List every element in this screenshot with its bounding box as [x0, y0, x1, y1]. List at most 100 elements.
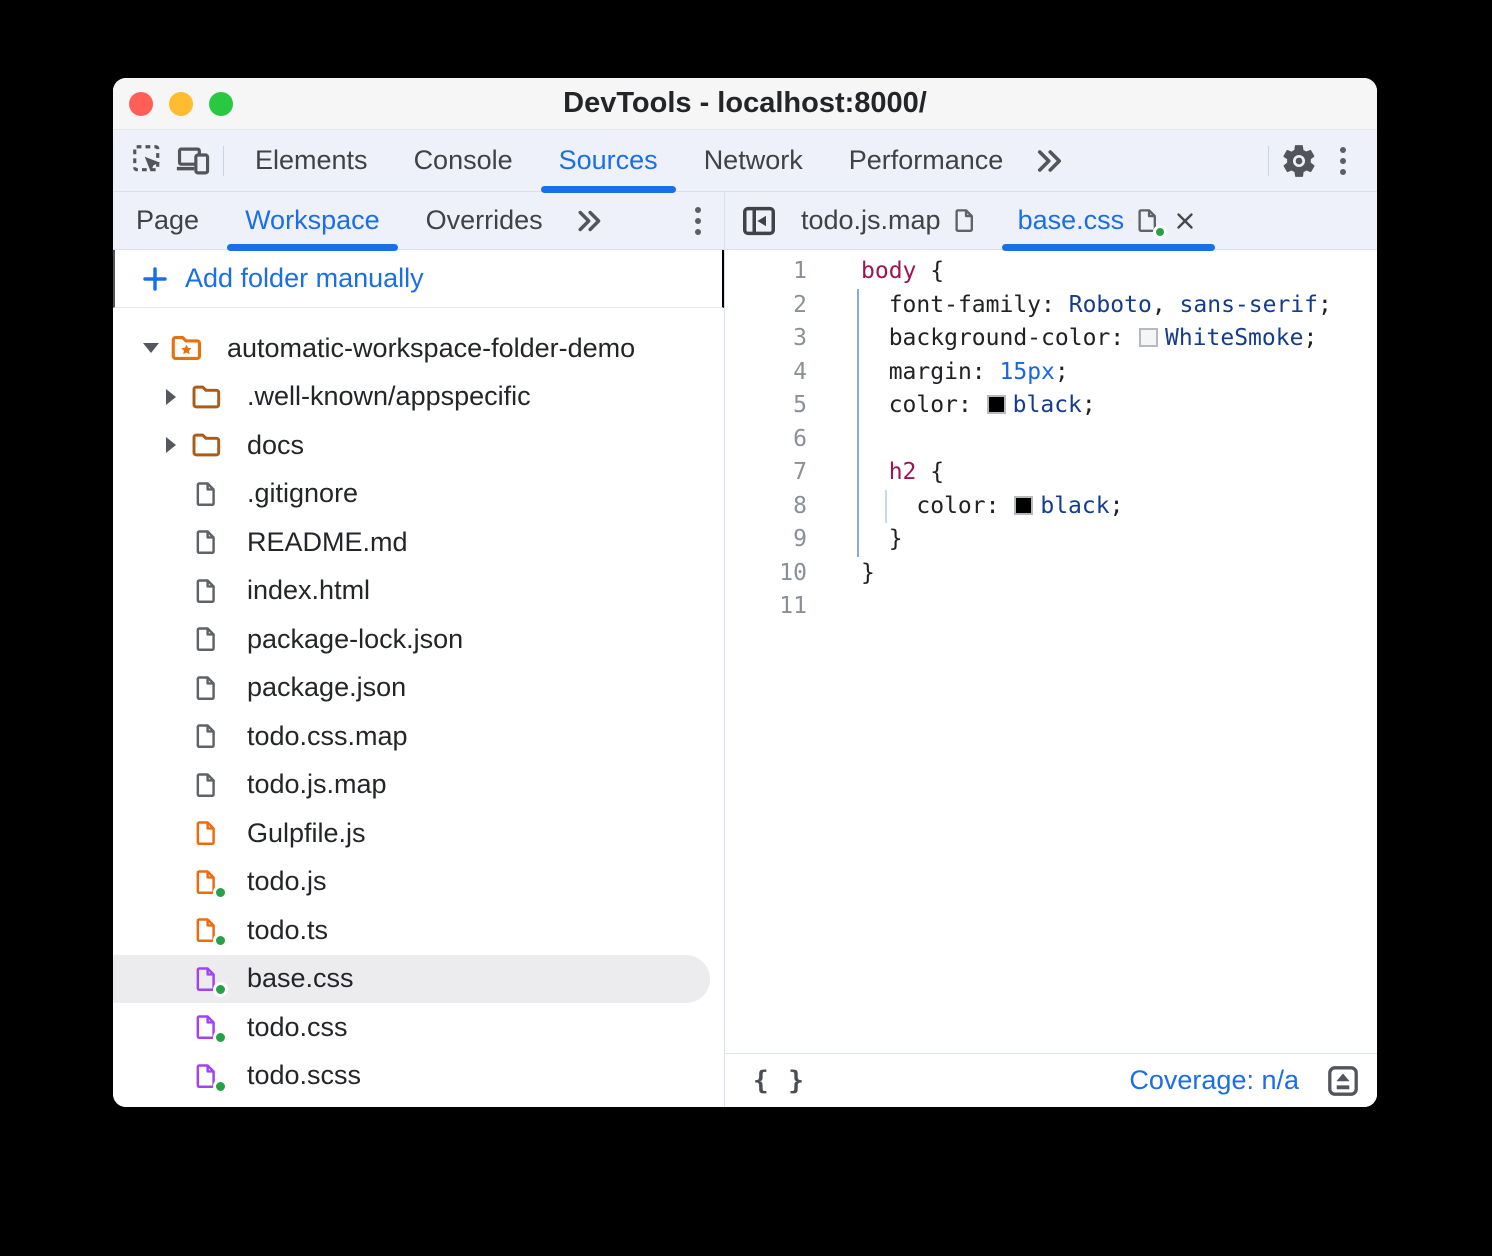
line-content: background-color: WhiteSmoke;: [815, 322, 1317, 356]
tab-label: Overrides: [426, 205, 543, 236]
color-swatch[interactable]: [987, 395, 1006, 414]
disclosure-triangle-icon[interactable]: [153, 389, 189, 405]
window-title: DevTools - localhost:8000/: [113, 87, 1377, 120]
tree-item-gitignore[interactable]: .gitignore: [113, 470, 724, 519]
code-line-4: 4 margin: 15px;: [725, 356, 1377, 390]
indent-guide: [857, 289, 859, 557]
line-number: 10: [725, 557, 815, 591]
sidebar-tab-overrides[interactable]: Overrides: [403, 192, 566, 249]
line-content: color: black;: [815, 490, 1123, 524]
tab-label: Workspace: [245, 205, 380, 236]
disclosure-triangle-icon[interactable]: [133, 343, 169, 353]
close-tab-icon[interactable]: [1171, 207, 1199, 235]
line-content: }: [815, 557, 875, 591]
tree-item-label: todo.css.map: [247, 721, 408, 752]
tree-item-base-css[interactable]: base.css: [113, 955, 710, 1004]
file-icon: [189, 674, 223, 702]
line-content: margin: 15px;: [815, 356, 1069, 390]
synced-dot-icon: [213, 933, 228, 948]
tab-label: Elements: [255, 145, 368, 176]
settings-gear-icon[interactable]: [1277, 139, 1321, 183]
synced-dot-icon: [213, 1030, 228, 1045]
workspace-folder-icon: [169, 331, 203, 365]
tree-item-well-known-appspecific[interactable]: .well-known/appspecific: [113, 373, 724, 422]
file-icon: [189, 577, 223, 605]
inspect-icon[interactable]: [127, 139, 171, 183]
color-swatch[interactable]: [1139, 328, 1158, 347]
code-line-10: 10 }: [725, 557, 1377, 591]
titlebar: DevTools - localhost:8000/: [113, 78, 1377, 130]
file-icon: [951, 207, 978, 234]
tree-item-label: todo.css: [247, 1012, 348, 1043]
tree-item-label: README.md: [247, 527, 408, 558]
line-number: 9: [725, 523, 815, 557]
tree-item-label: todo.scss: [247, 1060, 361, 1091]
line-number: 8: [725, 490, 815, 524]
tree-item-readme-md[interactable]: README.md: [113, 518, 724, 567]
show-drawer-icon[interactable]: [1325, 1063, 1361, 1099]
tree-item-package-json[interactable]: package.json: [113, 664, 724, 713]
disclosure-triangle-icon[interactable]: [153, 437, 189, 453]
tree-item-todo-scss[interactable]: todo.scss: [113, 1052, 724, 1101]
folder-icon: [189, 381, 223, 413]
navigator-more-options-icon[interactable]: [676, 199, 720, 243]
main-split: Page Workspace Overrides Add folder manu…: [113, 192, 1377, 1107]
editor-tab-base-css[interactable]: base.css: [998, 192, 1220, 249]
code-editor[interactable]: 1 body { 2 font-family: Roboto, sans-ser…: [725, 250, 1377, 1053]
add-folder-button[interactable]: Add folder manually: [113, 250, 724, 308]
tree-item-gulpfile-js[interactable]: Gulpfile.js: [113, 809, 724, 858]
tree-item-todo-css[interactable]: todo.css: [113, 1003, 724, 1052]
line-content: body {: [815, 255, 944, 289]
tab-elements[interactable]: Elements: [232, 130, 391, 191]
tree-item-package-lock-json[interactable]: package-lock.json: [113, 615, 724, 664]
line-number: 7: [725, 456, 815, 490]
more-navigator-tabs-icon[interactable]: [566, 199, 610, 243]
tree-item-index-html[interactable]: index.html: [113, 567, 724, 616]
tree-item-todo-js-map[interactable]: todo.js.map: [113, 761, 724, 810]
tab-performance[interactable]: Performance: [826, 130, 1027, 191]
tree-item-todo-css-map[interactable]: todo.css.map: [113, 712, 724, 761]
line-number: 3: [725, 322, 815, 356]
color-swatch[interactable]: [1014, 496, 1033, 515]
file-icon: [189, 819, 223, 847]
editor-tab-label: todo.js.map: [801, 205, 941, 236]
tree-item-label: package.json: [247, 672, 406, 703]
tree-item-todo-ts[interactable]: todo.ts: [113, 906, 724, 955]
tree-item-label: automatic-workspace-folder-demo: [227, 333, 635, 364]
tree-item-label: todo.js.map: [247, 769, 387, 800]
coverage-link[interactable]: Coverage: n/a: [1129, 1065, 1299, 1096]
tree-item-label: .gitignore: [247, 478, 358, 509]
tree-item-label: Gulpfile.js: [247, 818, 366, 849]
synced-dot-icon: [213, 885, 228, 900]
tab-console[interactable]: Console: [391, 130, 536, 191]
tab-label: Sources: [559, 145, 658, 176]
sidebar-tab-page[interactable]: Page: [113, 192, 222, 249]
more-tabs-icon[interactable]: [1026, 139, 1070, 183]
pretty-print-icon[interactable]: { }: [753, 1066, 806, 1096]
file-icon: [189, 916, 223, 944]
editor-status-bar: { } Coverage: n/a: [725, 1053, 1377, 1107]
line-number: 4: [725, 356, 815, 390]
editor-tab-strip: todo.js.map base.css: [725, 192, 1377, 250]
file-icon: [189, 868, 223, 896]
code-line-3: 3 background-color: WhiteSmoke;: [725, 322, 1377, 356]
line-content: font-family: Roboto, sans-serif;: [815, 289, 1332, 323]
tab-sources[interactable]: Sources: [536, 130, 681, 191]
file-icon: [189, 625, 223, 653]
editor-tab-todo-js-map[interactable]: todo.js.map: [781, 192, 998, 249]
device-toolbar-icon[interactable]: [171, 139, 215, 183]
tree-item-docs[interactable]: docs: [113, 421, 724, 470]
code-line-8: 8 color: black;: [725, 490, 1377, 524]
more-options-icon[interactable]: [1321, 139, 1365, 183]
plus-icon: [139, 263, 171, 295]
line-content: [815, 590, 861, 624]
sidebar-tab-workspace[interactable]: Workspace: [222, 192, 403, 249]
line-number: 11: [725, 590, 815, 624]
toggle-navigator-icon[interactable]: [737, 199, 781, 243]
tree-item-label: index.html: [247, 575, 370, 606]
code-line-7: 7 h2 {: [725, 456, 1377, 490]
tab-network[interactable]: Network: [681, 130, 826, 191]
tree-item-todo-js[interactable]: todo.js: [113, 858, 724, 907]
file-icon: [189, 722, 223, 750]
tree-item-automatic-workspace-folder-demo[interactable]: automatic-workspace-folder-demo: [113, 324, 724, 373]
